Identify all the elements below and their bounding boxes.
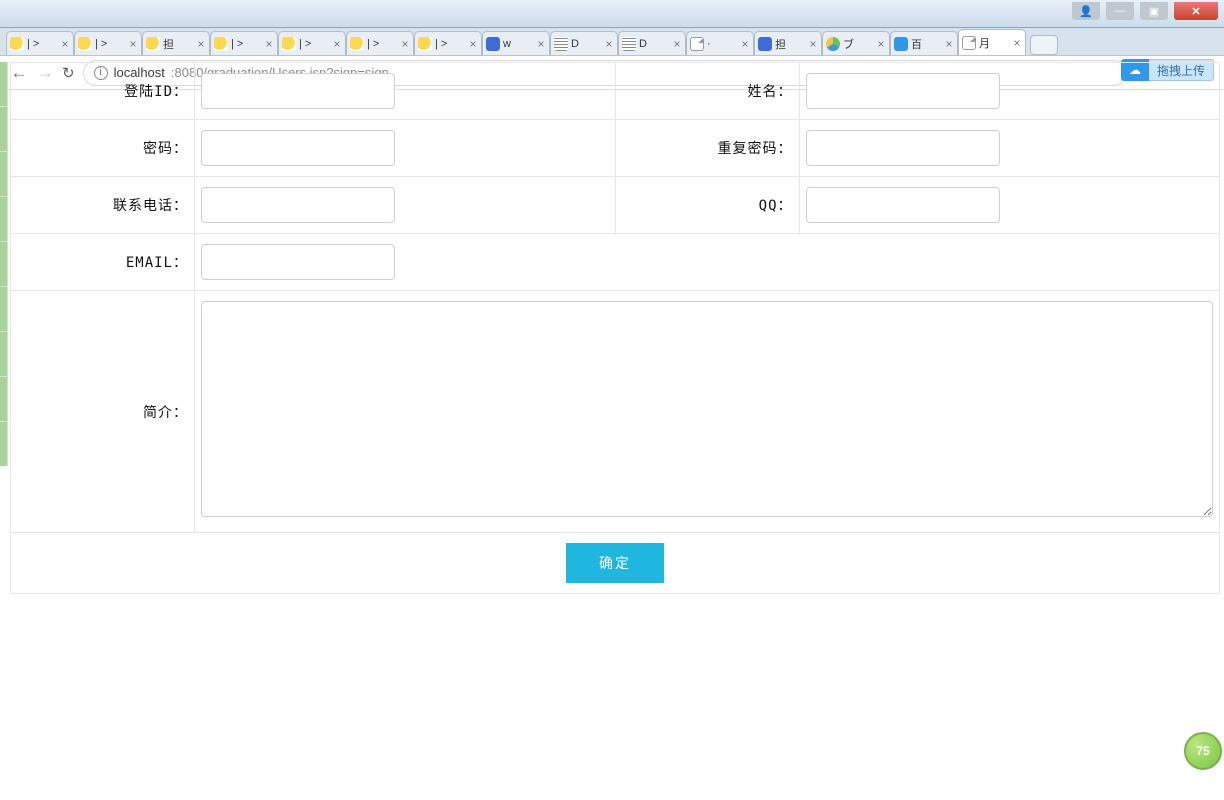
password-input[interactable] — [201, 130, 395, 166]
email-label: EMAIL： — [11, 234, 195, 291]
browser-tab[interactable]: D× — [550, 31, 618, 55]
tab-favicon — [78, 37, 92, 51]
minimize-icon: — — [1115, 5, 1126, 17]
user-button[interactable]: 👤 — [1072, 2, 1100, 20]
tab-title: | > — [367, 38, 399, 50]
browser-tab[interactable]: 担× — [142, 31, 210, 55]
tab-strip: | >×| >×担×| >×| >×| >×| >×w×D×D×·×担×ブ×百×… — [0, 28, 1224, 56]
tab-close-icon[interactable]: × — [943, 37, 955, 51]
tab-favicon — [350, 37, 364, 51]
login-id-label: 登陆ID： — [11, 63, 195, 120]
qq-input[interactable] — [806, 187, 1000, 223]
signup-form: 登陆ID： 姓名： 密码： 重复密码： 联系电话： QQ： EMAIL： 简介：… — [10, 62, 1220, 594]
phone-label: 联系电话： — [11, 177, 195, 234]
tab-title: D — [571, 38, 603, 50]
tab-close-icon[interactable]: × — [195, 37, 207, 51]
tab-close-icon[interactable]: × — [1011, 36, 1023, 50]
tab-favicon — [962, 36, 976, 50]
browser-tab[interactable]: w× — [482, 31, 550, 55]
browser-tab[interactable]: 担× — [754, 31, 822, 55]
tab-close-icon[interactable]: × — [535, 37, 547, 51]
tab-close-icon[interactable]: × — [59, 37, 71, 51]
tab-favicon — [282, 37, 296, 51]
browser-tab[interactable]: | >× — [278, 31, 346, 55]
minimize-button[interactable]: — — [1106, 2, 1134, 20]
tab-favicon — [894, 37, 908, 51]
tab-close-icon[interactable]: × — [467, 37, 479, 51]
new-tab-button[interactable] — [1030, 35, 1058, 55]
login-id-input[interactable] — [201, 73, 395, 109]
intro-textarea[interactable] — [201, 301, 1213, 517]
name-input[interactable] — [806, 73, 1000, 109]
tab-favicon — [214, 37, 228, 51]
browser-tab[interactable]: | >× — [414, 31, 482, 55]
tab-favicon — [554, 37, 568, 51]
tab-close-icon[interactable]: × — [127, 37, 139, 51]
name-label: 姓名： — [615, 63, 799, 120]
close-icon: ✕ — [1191, 5, 1200, 18]
tab-title: | > — [231, 38, 263, 50]
password2-label: 重复密码： — [615, 120, 799, 177]
close-button[interactable]: ✕ — [1174, 2, 1218, 20]
browser-tab[interactable]: ブ× — [822, 31, 890, 55]
tab-favicon — [418, 37, 432, 51]
tab-title: D — [639, 38, 671, 50]
browser-tab[interactable]: | >× — [210, 31, 278, 55]
tab-close-icon[interactable]: × — [263, 37, 275, 51]
tab-close-icon[interactable]: × — [671, 37, 683, 51]
tab-favicon — [758, 37, 772, 51]
tab-title: w — [503, 38, 535, 50]
browser-tab[interactable]: | >× — [74, 31, 142, 55]
window-titlebar: 👤 — ▣ ✕ — [0, 0, 1224, 28]
intro-label: 简介： — [11, 291, 195, 533]
maximize-button[interactable]: ▣ — [1140, 2, 1168, 20]
user-icon: 👤 — [1079, 5, 1093, 18]
tab-close-icon[interactable]: × — [739, 37, 751, 51]
tab-title: · — [707, 38, 739, 50]
tab-title: 担 — [775, 36, 807, 52]
tab-title: ブ — [843, 36, 875, 52]
browser-tab[interactable]: ·× — [686, 31, 754, 55]
tab-close-icon[interactable]: × — [807, 37, 819, 51]
tab-favicon — [486, 37, 500, 51]
score-badge[interactable]: 75 — [1184, 732, 1222, 770]
tab-title: | > — [27, 38, 59, 50]
tab-close-icon[interactable]: × — [331, 37, 343, 51]
tab-close-icon[interactable]: × — [875, 37, 887, 51]
tab-title: | > — [299, 38, 331, 50]
tab-favicon — [10, 37, 24, 51]
browser-tab[interactable]: 月× — [958, 29, 1026, 55]
tab-favicon — [690, 37, 704, 51]
tab-title: 月 — [979, 35, 1011, 51]
browser-tab[interactable]: D× — [618, 31, 686, 55]
qq-label: QQ： — [615, 177, 799, 234]
tab-favicon — [826, 37, 840, 51]
browser-tab[interactable]: | >× — [6, 31, 74, 55]
tab-favicon — [146, 37, 160, 51]
tab-title: | > — [95, 38, 127, 50]
tab-close-icon[interactable]: × — [603, 37, 615, 51]
password2-input[interactable] — [806, 130, 1000, 166]
phone-input[interactable] — [201, 187, 395, 223]
password-label: 密码： — [11, 120, 195, 177]
browser-tab[interactable]: | >× — [346, 31, 414, 55]
browser-tab[interactable]: 百× — [890, 31, 958, 55]
window-controls: 👤 — ▣ ✕ — [1072, 0, 1224, 20]
tab-favicon — [622, 37, 636, 51]
tab-title: 担 — [163, 36, 195, 52]
maximize-icon: ▣ — [1149, 5, 1159, 18]
left-ribbon — [0, 62, 8, 466]
submit-button[interactable]: 确定 — [566, 543, 664, 583]
email-input[interactable] — [201, 244, 395, 280]
tab-title: | > — [435, 38, 467, 50]
page-content: 登陆ID： 姓名： 密码： 重复密码： 联系电话： QQ： EMAIL： 简介：… — [10, 62, 1220, 594]
tab-title: 百 — [911, 36, 943, 52]
tab-close-icon[interactable]: × — [399, 37, 411, 51]
